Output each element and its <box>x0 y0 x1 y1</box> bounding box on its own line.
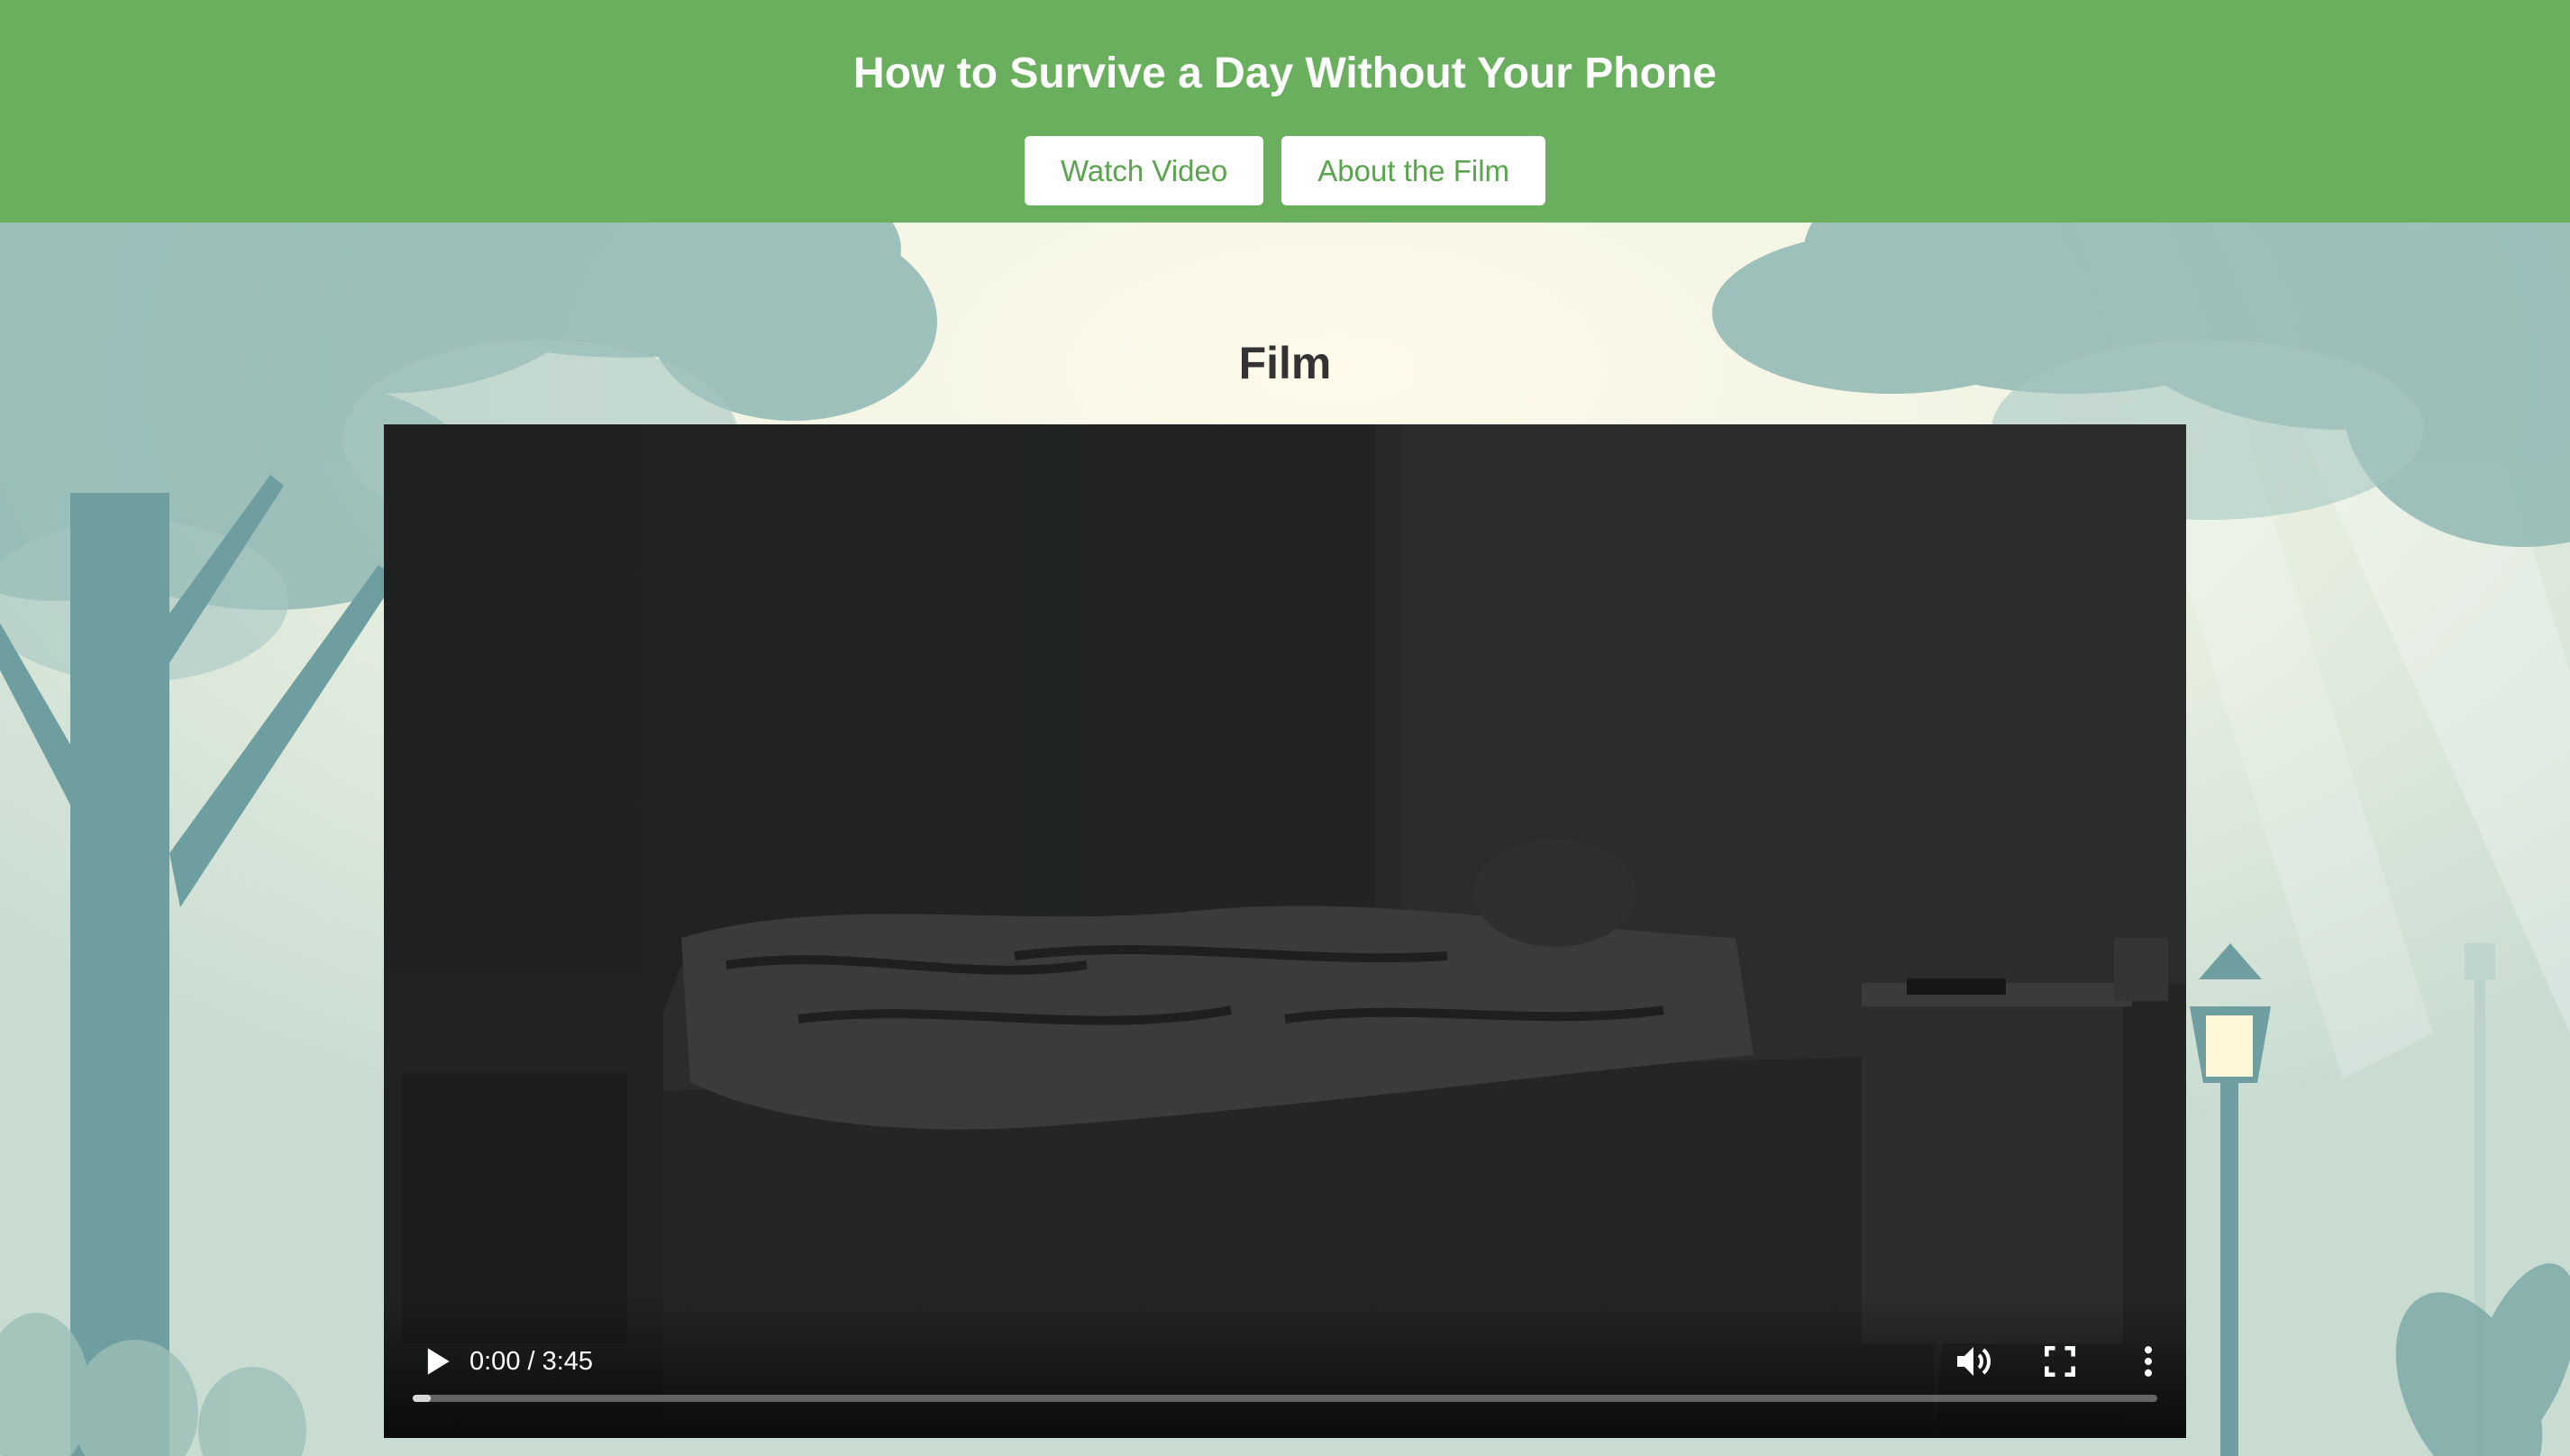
fullscreen-icon[interactable] <box>2040 1342 2080 1381</box>
about-the-film-button[interactable]: About the Film <box>1281 136 1546 205</box>
video-controls <box>384 1294 2186 1438</box>
volume-icon[interactable] <box>1952 1340 1995 1383</box>
video-frame[interactable] <box>384 424 2186 1438</box>
play-icon[interactable] <box>416 1342 456 1381</box>
time-display: 0:00 / 3:45 <box>469 1347 594 1376</box>
more-options-icon[interactable] <box>2128 1342 2168 1381</box>
progress-bar[interactable] <box>413 1395 2157 1402</box>
section-heading: Film <box>1238 338 1332 388</box>
site-header: How to Survive a Day Without Your Phone … <box>0 0 2570 223</box>
progress-fill <box>413 1395 431 1402</box>
main-nav: Watch Video About the Film <box>0 136 2570 205</box>
watch-video-button[interactable]: Watch Video <box>1024 136 1264 205</box>
site-title: How to Survive a Day Without Your Phone <box>853 50 1717 97</box>
video-player[interactable]: 0:00 / 3:45 <box>384 424 2186 1438</box>
